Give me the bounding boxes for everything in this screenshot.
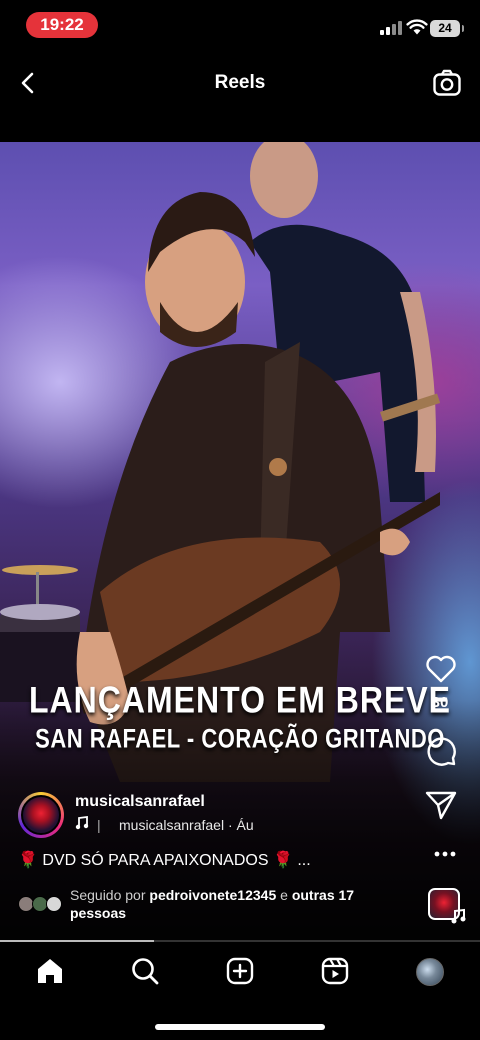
caption-text: DVD SÓ PARA APAIXONADOS [42,852,269,869]
bottom-navigation [0,940,480,1040]
like-count: 30 [431,694,449,711]
nav-search-button[interactable] [130,956,160,986]
battery-indicator: 24 [430,20,464,37]
rose-emoji: 🌹 [18,852,38,869]
comment-button[interactable] [424,734,458,768]
cellular-signal-icon [380,21,402,35]
camera-button[interactable] [432,68,462,98]
nav-create-button[interactable] [225,956,255,986]
reels-header: Reels [0,56,480,112]
page-title: Reels [214,72,266,93]
rose-emoji: 🌹 [272,852,293,869]
send-icon [425,791,457,820]
like-button[interactable] [424,652,458,686]
music-note-icon [451,908,466,924]
share-button[interactable] [424,788,458,822]
nav-reels-button[interactable] [320,956,350,986]
audio-attribution[interactable]: | musicalsanrafael · Áu [75,815,254,836]
home-icon [38,959,62,983]
follower-avatars [18,896,66,914]
audio-separator: | [97,817,101,833]
status-time: 19:22 [26,12,98,38]
playback-progress-fill [0,940,154,942]
wifi-icon [406,19,428,35]
status-bar: 19:22 24 [0,0,480,52]
followed-by-text: Seguido por pedroivonete12345 e outras 1… [70,887,355,921]
camera-icon [433,69,461,96]
video-caption-title: LANÇAMENTO EM BREVE [29,679,451,721]
search-icon [132,958,159,985]
caption-more: ... [297,852,311,869]
more-dots-icon [434,851,456,857]
create-icon [226,957,254,985]
nav-profile-avatar[interactable] [416,958,444,986]
nav-home-button[interactable] [35,956,65,986]
followed-by-row[interactable]: Seguido por pedroivonete12345 e outras 1… [18,886,398,922]
playback-progress-bar[interactable] [0,940,480,942]
comment-icon [427,737,456,766]
audio-label: musicalsanrafael · Áu [119,817,254,833]
reels-icon [321,957,349,985]
music-note-icon [75,815,89,833]
author-username[interactable]: musicalsanrafael [75,793,205,811]
heart-icon [426,655,456,683]
author-avatar[interactable] [18,792,64,838]
more-options-button[interactable] [430,846,460,862]
video-caption-subtitle: SAN RAFAEL - CORAÇÃO GRITANDO [35,723,445,754]
home-indicator[interactable] [155,1024,325,1030]
post-caption[interactable]: 🌹 DVD SÓ PARA APAIXONADOS 🌹 ... [18,850,311,870]
